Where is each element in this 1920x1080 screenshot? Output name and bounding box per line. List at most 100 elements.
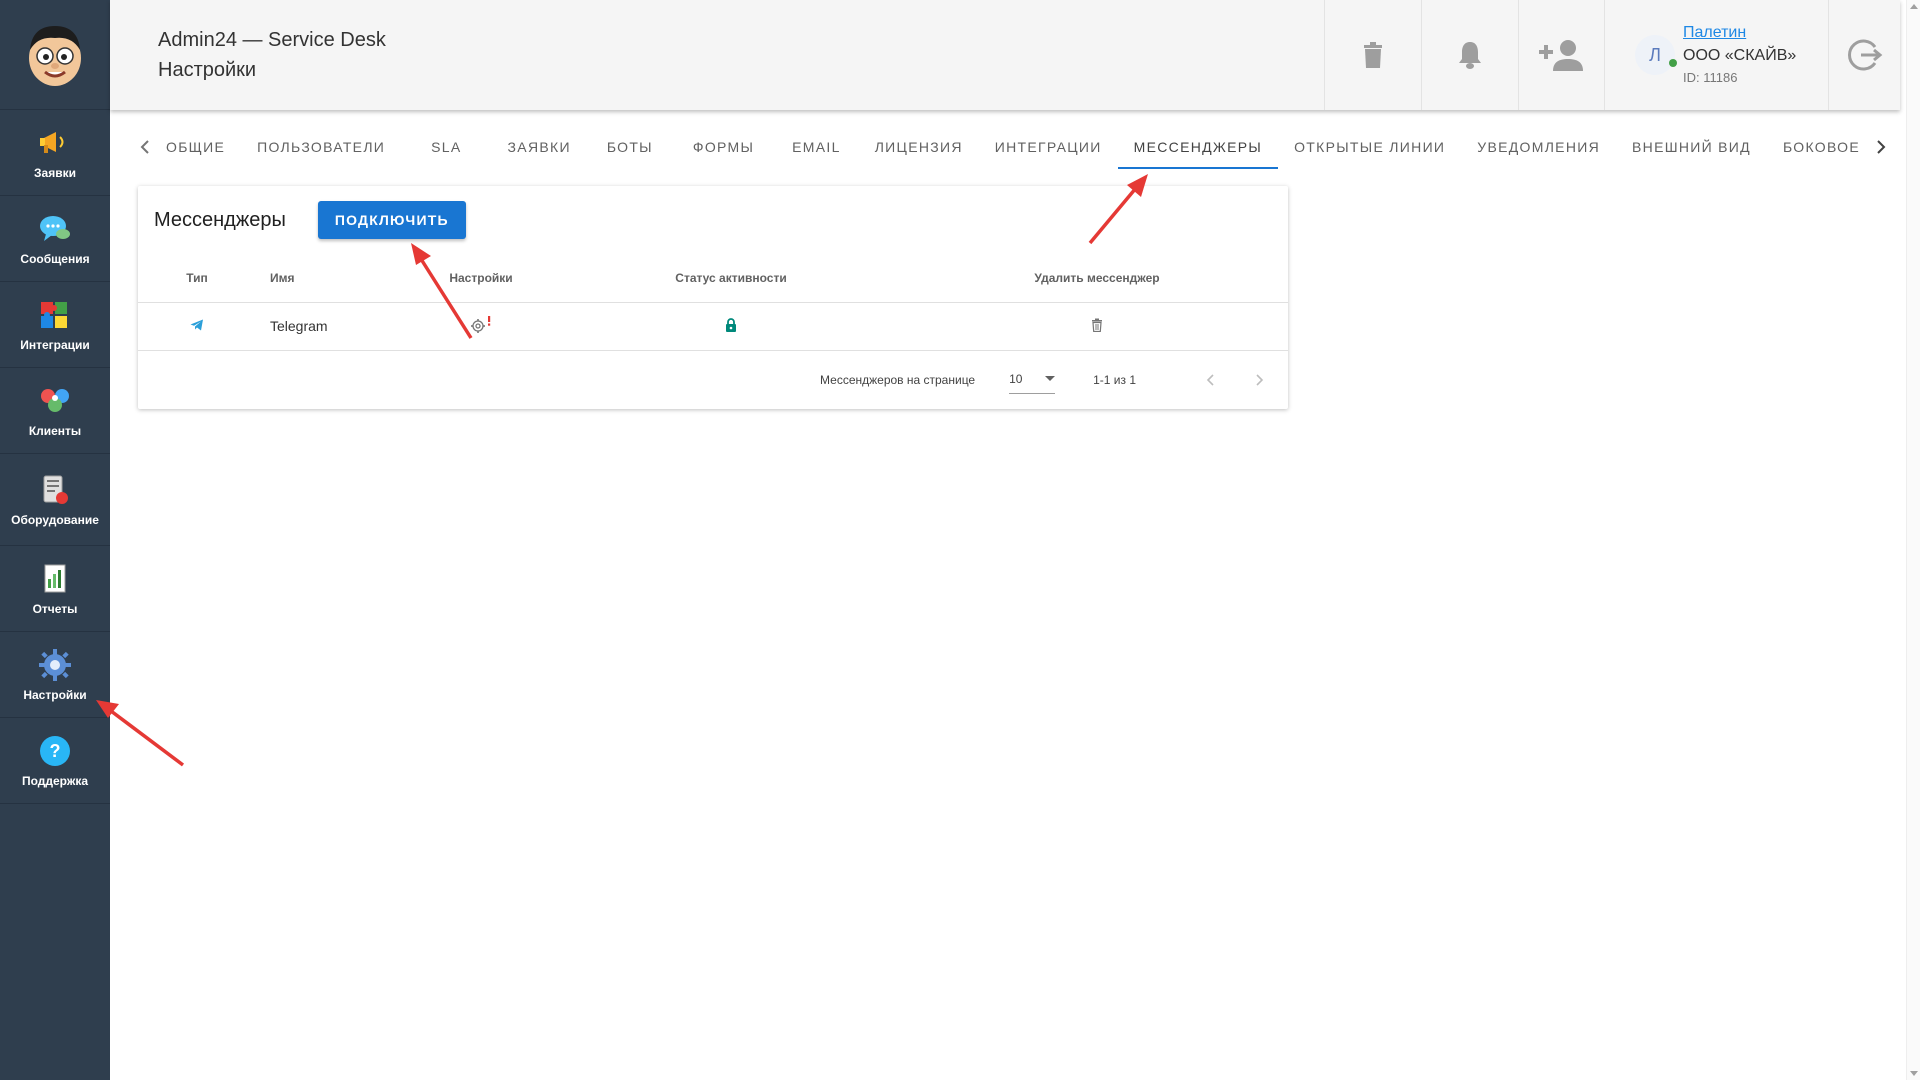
tab-integrations[interactable]: ИНТЕГРАЦИИ	[979, 125, 1118, 169]
help-icon: ?	[38, 734, 72, 768]
trash-icon	[1364, 42, 1382, 68]
column-header-type[interactable]: Тип	[138, 254, 256, 303]
add-user-icon	[1538, 40, 1583, 71]
clients-icon	[38, 384, 72, 418]
chevron-right-icon	[1877, 140, 1886, 154]
sidebar-item-label: Заявки	[34, 165, 76, 180]
card-title: Мессенджеры	[154, 208, 286, 231]
app-title: Admin24 — Service Desk	[158, 29, 386, 51]
next-page-button[interactable]	[1246, 366, 1274, 394]
sidebar-item-clients[interactable]: Клиенты	[0, 368, 110, 454]
pagination: Мессенджеров на странице 10 1-1 из 1	[138, 351, 1288, 409]
sidebar-item-label: Интеграции	[20, 337, 90, 352]
status-cell	[556, 302, 906, 351]
sidebar-item-requests[interactable]: Заявки	[0, 110, 110, 196]
megaphone-icon	[38, 126, 72, 160]
header: Admin24 — Service Desk Настройки Л Палет…	[110, 0, 1900, 110]
user-name-link[interactable]: Палетин	[1683, 22, 1796, 44]
column-header-delete[interactable]: Удалить мессенджер	[906, 254, 1288, 303]
pagination-range: 1-1 из 1	[1093, 372, 1136, 387]
tab-general[interactable]: ОБЩИЕ	[150, 125, 241, 169]
prev-page-button[interactable]	[1196, 366, 1224, 394]
table-header-row: Тип Имя Настройки Статус активности Удал…	[138, 254, 1288, 303]
tab-open-lines[interactable]: ОТКРЫТЫЕ ЛИНИИ	[1278, 125, 1461, 169]
delete-cell	[906, 302, 1288, 351]
user-id: ID: 11186	[1683, 70, 1738, 85]
sidebar: Заявки Сообщения Интеграции Клиенты Обор	[0, 0, 110, 1080]
gear-warning-icon[interactable]	[470, 315, 492, 334]
messengers-table: Тип Имя Настройки Статус активности Удал…	[138, 254, 1288, 351]
sidebar-item-messages[interactable]: Сообщения	[0, 196, 110, 282]
user-org: ООО «СКАЙВ»	[1683, 47, 1797, 64]
tab-messengers[interactable]: МЕССЕНДЖЕРЫ	[1117, 125, 1279, 169]
tab-sidebar[interactable]: БОКОВОЕ	[1767, 125, 1876, 169]
tab-requests[interactable]: ЗАЯВКИ	[492, 125, 587, 169]
rows-per-page-select[interactable]: 10	[1009, 366, 1056, 394]
tab-bots[interactable]: БОТЫ	[587, 125, 673, 169]
trash-button[interactable]	[1324, 0, 1421, 110]
notifications-button[interactable]	[1421, 0, 1518, 110]
gear-icon	[38, 648, 72, 682]
sidebar-item-label: Поддержка	[21, 773, 89, 788]
telegram-icon	[190, 319, 204, 331]
page-scrollbar[interactable]	[1906, 0, 1920, 1080]
sidebar-item-label: Клиенты	[28, 423, 82, 438]
logo[interactable]	[0, 0, 110, 110]
user-info: Палетин ООО «СКАЙВ» ID: 11186	[1683, 22, 1796, 88]
tab-email[interactable]: EMAIL	[774, 125, 859, 169]
name-cell: Telegram	[256, 302, 406, 351]
trash-icon[interactable]	[1091, 318, 1103, 332]
tab-forms[interactable]: ФОРМЫ	[673, 125, 774, 169]
tab-license[interactable]: ЛИЦЕНЗИЯ	[859, 125, 979, 169]
puzzle-icon	[38, 298, 72, 332]
scroll-up-icon[interactable]	[1910, 4, 1918, 9]
sidebar-item-label: Сообщения	[20, 251, 90, 266]
rows-per-page-label: Мессенджеров на странице	[820, 372, 976, 387]
tabs-prev-arrow[interactable]	[140, 125, 150, 169]
add-user-button[interactable]	[1518, 0, 1604, 110]
chevron-left-icon	[1206, 373, 1214, 386]
avatar-logo-icon	[29, 25, 81, 86]
settings-tabs: ОБЩИЕ ПОЛЬЗОВАТЕЛИ SLA ЗАЯВКИ БОТЫ ФОРМЫ…	[140, 125, 1886, 169]
sidebar-item-label: Отчеты	[32, 601, 78, 616]
messengers-card: Мессенджеры ПОДКЛЮЧИТЬ Тип Имя Настройки…	[138, 186, 1288, 409]
rows-per-page-value: 10	[1009, 372, 1023, 386]
caret-down-icon	[1045, 376, 1056, 381]
table-row: Telegram	[138, 302, 1288, 351]
sidebar-item-settings[interactable]: Настройки	[0, 632, 110, 718]
chevron-right-icon	[1256, 373, 1264, 386]
tab-users[interactable]: ПОЛЬЗОВАТЕЛИ	[241, 125, 401, 169]
sidebar-item-reports[interactable]: Отчеты	[0, 546, 110, 632]
connect-button[interactable]: ПОДКЛЮЧИТЬ	[317, 201, 466, 239]
page: Заявки Сообщения Интеграции Клиенты Обор	[0, 0, 1920, 1080]
column-header-status[interactable]: Статус активности	[556, 254, 906, 303]
header-titles: Admin24 — Service Desk Настройки	[110, 25, 1324, 85]
chat-icon	[38, 212, 72, 246]
online-status-dot	[1669, 59, 1677, 67]
tab-sla[interactable]: SLA	[401, 125, 491, 169]
column-header-settings[interactable]: Настройки	[406, 254, 556, 303]
chevron-left-icon	[140, 140, 149, 154]
logout-icon	[1847, 39, 1882, 71]
tab-appearance[interactable]: ВНЕШНИЙ ВИД	[1616, 125, 1767, 169]
scroll-down-icon[interactable]	[1910, 1071, 1918, 1076]
avatar-letter: Л	[1649, 44, 1661, 65]
tabs-next-arrow[interactable]	[1876, 125, 1886, 169]
sidebar-item-integrations[interactable]: Интеграции	[0, 282, 110, 368]
page-title: Настройки	[158, 59, 257, 81]
type-cell	[138, 302, 256, 351]
equipment-icon	[38, 473, 72, 507]
sidebar-item-equipment[interactable]: Оборудование	[0, 454, 110, 546]
logout-button[interactable]	[1828, 0, 1900, 110]
svg-text:?: ?	[50, 741, 61, 761]
lock-icon[interactable]	[725, 317, 737, 332]
avatar[interactable]: Л	[1635, 35, 1677, 75]
sidebar-item-label: Оборудование	[11, 512, 99, 527]
sidebar-item-label: Настройки	[23, 687, 87, 702]
tab-notifications[interactable]: УВЕДОМЛЕНИЯ	[1461, 125, 1616, 169]
column-header-name[interactable]: Имя	[256, 254, 406, 303]
user-profile: Л Палетин ООО «СКАЙВ» ID: 11186	[1604, 0, 1828, 110]
sidebar-item-support[interactable]: ? Поддержка	[0, 718, 110, 804]
report-icon	[38, 562, 72, 596]
settings-cell	[406, 302, 556, 351]
